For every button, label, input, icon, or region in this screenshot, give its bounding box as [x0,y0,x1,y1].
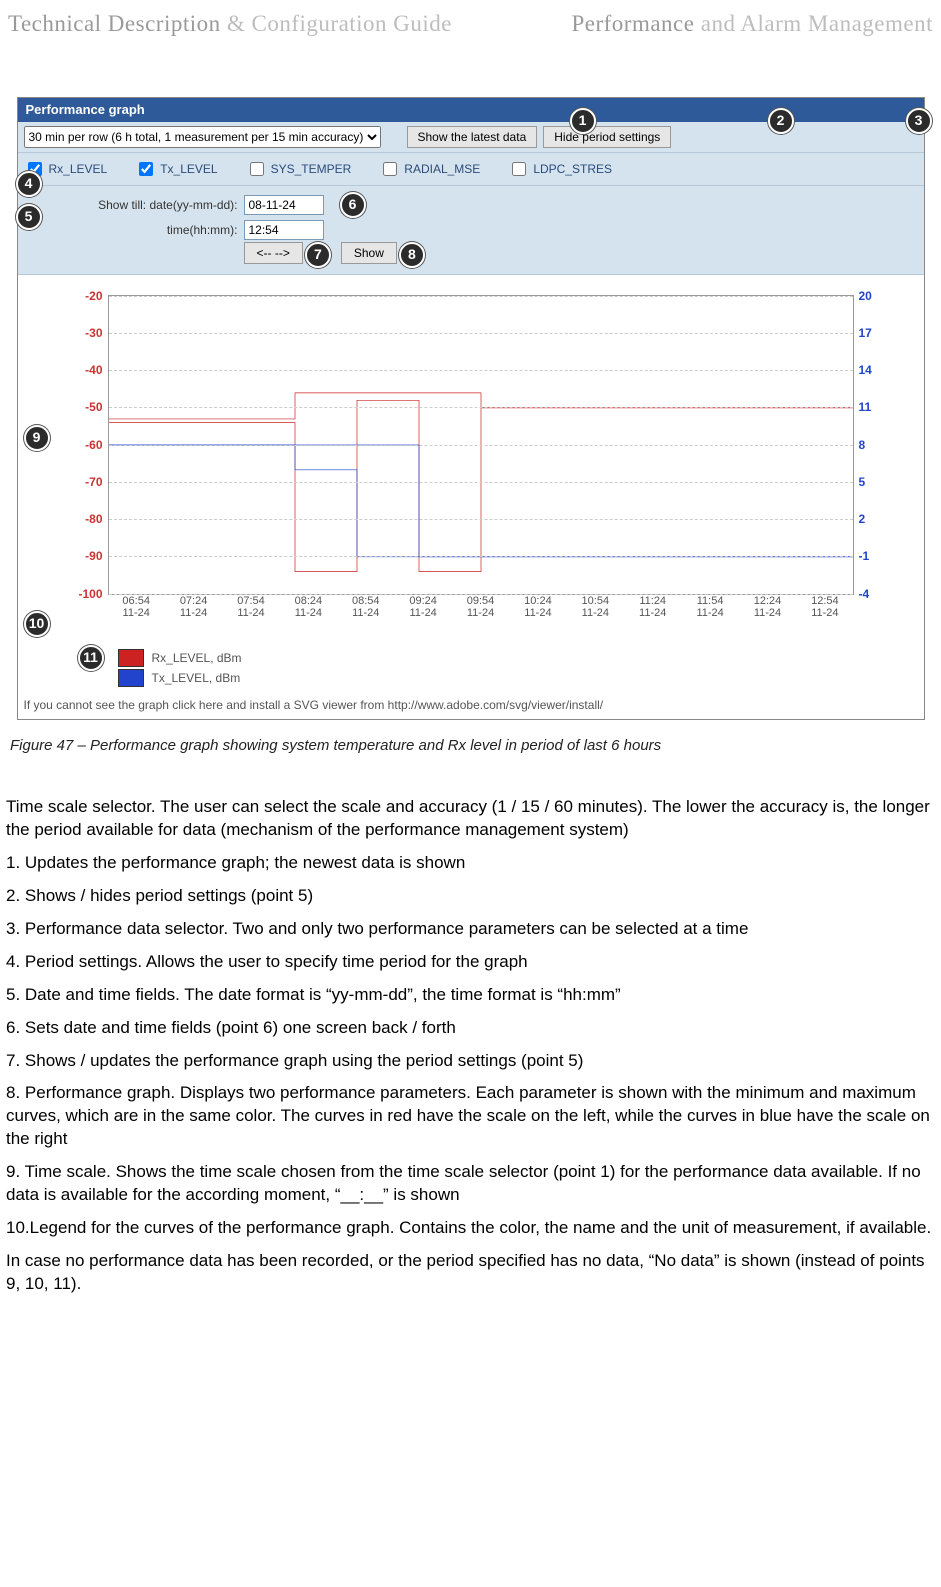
callout-9: 9 [24,425,50,451]
showtill-date-label: Show till: date(yy-mm-dd): [58,197,238,213]
callout-6: 6 [340,192,366,218]
header-left-a: Technical Description [8,11,221,36]
time-label: time(hh:mm): [58,222,238,238]
callout-4: 4 [16,171,42,197]
list-item-9: 9. Time scale. Shows the time scale chos… [6,1161,935,1207]
x-tick: 06:5411-24 [108,595,165,645]
callout-2: 2 [768,108,794,134]
x-tick: 12:2411-24 [739,595,796,645]
list-item-7: 7. Shows / updates the performance graph… [6,1050,935,1073]
y-left-tick: -60 [65,437,103,453]
legend-text-rx: Rx_LEVEL, dBm [152,650,242,666]
chart-legend: 11 Rx_LEVEL, dBm Tx_LEVEL, dBm [18,649,924,693]
ldpc-stres-checkbox[interactable] [512,162,526,176]
show-latest-button[interactable]: Show the latest data [407,126,538,148]
x-tick: 10:2411-24 [509,595,566,645]
y-left-tick: -100 [65,586,103,602]
x-tick: 07:2411-24 [165,595,222,645]
y-right-tick: 5 [859,474,895,490]
y-right-tick: 11 [859,399,895,415]
x-tick: 09:5411-24 [452,595,509,645]
figure-caption: Figure 47 – Performance graph showing sy… [10,736,931,756]
list-item-8: 8. Performance graph. Displays two perfo… [6,1082,935,1151]
y-right-tick: 8 [859,437,895,453]
x-tick: 11:5411-24 [681,595,738,645]
radial-mse-checkbox[interactable] [383,162,397,176]
show-button[interactable]: Show [341,242,397,264]
svg-viewer-note: If you cannot see the graph click here a… [18,693,924,719]
y-left-tick: -90 [65,548,103,564]
chart-area: 9 -20 -30 -40 -50 -60 -70 -80 -90 -100 20 17 14 11 8 5… [18,275,924,649]
y-left-tick: -20 [65,288,103,304]
header-right-a: Performance [571,11,694,36]
body-text: Time scale selector. The user can select… [6,796,935,1296]
callout-3: 3 [906,108,932,134]
callout-5: 5 [16,204,42,230]
callout-8: 8 [399,242,425,268]
list-item-10: 10.Legend for the curves of the performa… [6,1217,935,1240]
list-item-1: 1. Updates the performance graph; the ne… [6,852,935,875]
y-right-tick: -4 [859,586,895,602]
x-tick: 12:5411-24 [796,595,853,645]
y-left-tick: -70 [65,474,103,490]
x-tick: 11:2411-24 [624,595,681,645]
legend-swatch-tx [118,669,144,687]
date-field[interactable] [244,195,324,215]
y-left-tick: -80 [65,511,103,527]
x-tick: 07:5411-24 [222,595,279,645]
time-field[interactable] [244,220,324,240]
check-sys-temper[interactable]: SYS_TEMPER [246,159,352,179]
x-tick: 10:5411-24 [567,595,624,645]
header-right-b: and Alarm Management [701,11,933,36]
list-item-4: 4. Period settings. Allows the user to s… [6,951,935,974]
parameter-selector-row: 4 Rx_LEVEL Tx_LEVEL SYS_TEMPER RADIAL_MS… [18,153,924,186]
hide-period-button[interactable]: Hide period settings [543,126,671,148]
legend-text-tx: Tx_LEVEL, dBm [152,670,241,686]
header-left-b: & Configuration Guide [227,11,452,36]
list-item-5: 5. Date and time fields. The date format… [6,984,935,1007]
y-right-tick: 20 [859,288,895,304]
back-forward-button[interactable]: <-- --> [244,242,303,264]
intro-paragraph: Time scale selector. The user can select… [6,796,935,842]
callout-11: 11 [78,645,104,671]
document-header: Technical Description & Configuration Gu… [6,8,935,47]
sys-temper-checkbox[interactable] [250,162,264,176]
list-item-3: 3. Performance data selector. Two and on… [6,918,935,941]
x-tick: 08:2411-24 [280,595,337,645]
y-right-tick: 17 [859,325,895,341]
controls-row: 30 min per row (6 h total, 1 measurement… [18,122,924,153]
check-ldpc-stres[interactable]: LDPC_STRES [508,159,612,179]
callout-1: 1 [570,108,596,134]
y-right-tick: -1 [859,548,895,564]
y-left-tick: -50 [65,399,103,415]
tx-level-checkbox[interactable] [139,162,153,176]
check-tx-level[interactable]: Tx_LEVEL [135,159,217,179]
time-scale-selector[interactable]: 30 min per row (6 h total, 1 measurement… [24,126,381,148]
list-item-2: 2. Shows / hides period settings (point … [6,885,935,908]
legend-swatch-rx [118,649,144,667]
x-tick: 09:2411-24 [394,595,451,645]
x-tick: 08:5411-24 [337,595,394,645]
list-item-6: 6. Sets date and time fields (point 6) o… [6,1017,935,1040]
y-right-tick: 2 [859,511,895,527]
closing-paragraph: In case no performance data has been rec… [6,1250,935,1296]
period-settings: 5 Show till: date(yy-mm-dd): 6 time(hh:m… [18,186,924,275]
callout-7: 7 [305,242,331,268]
callout-10: 10 [24,611,50,637]
y-left-tick: -30 [65,325,103,341]
check-radial-mse[interactable]: RADIAL_MSE [379,159,480,179]
y-left-tick: -40 [65,362,103,378]
y-right-tick: 14 [859,362,895,378]
performance-graph-panel: Performance graph 30 min per row (6 h to… [17,97,925,720]
